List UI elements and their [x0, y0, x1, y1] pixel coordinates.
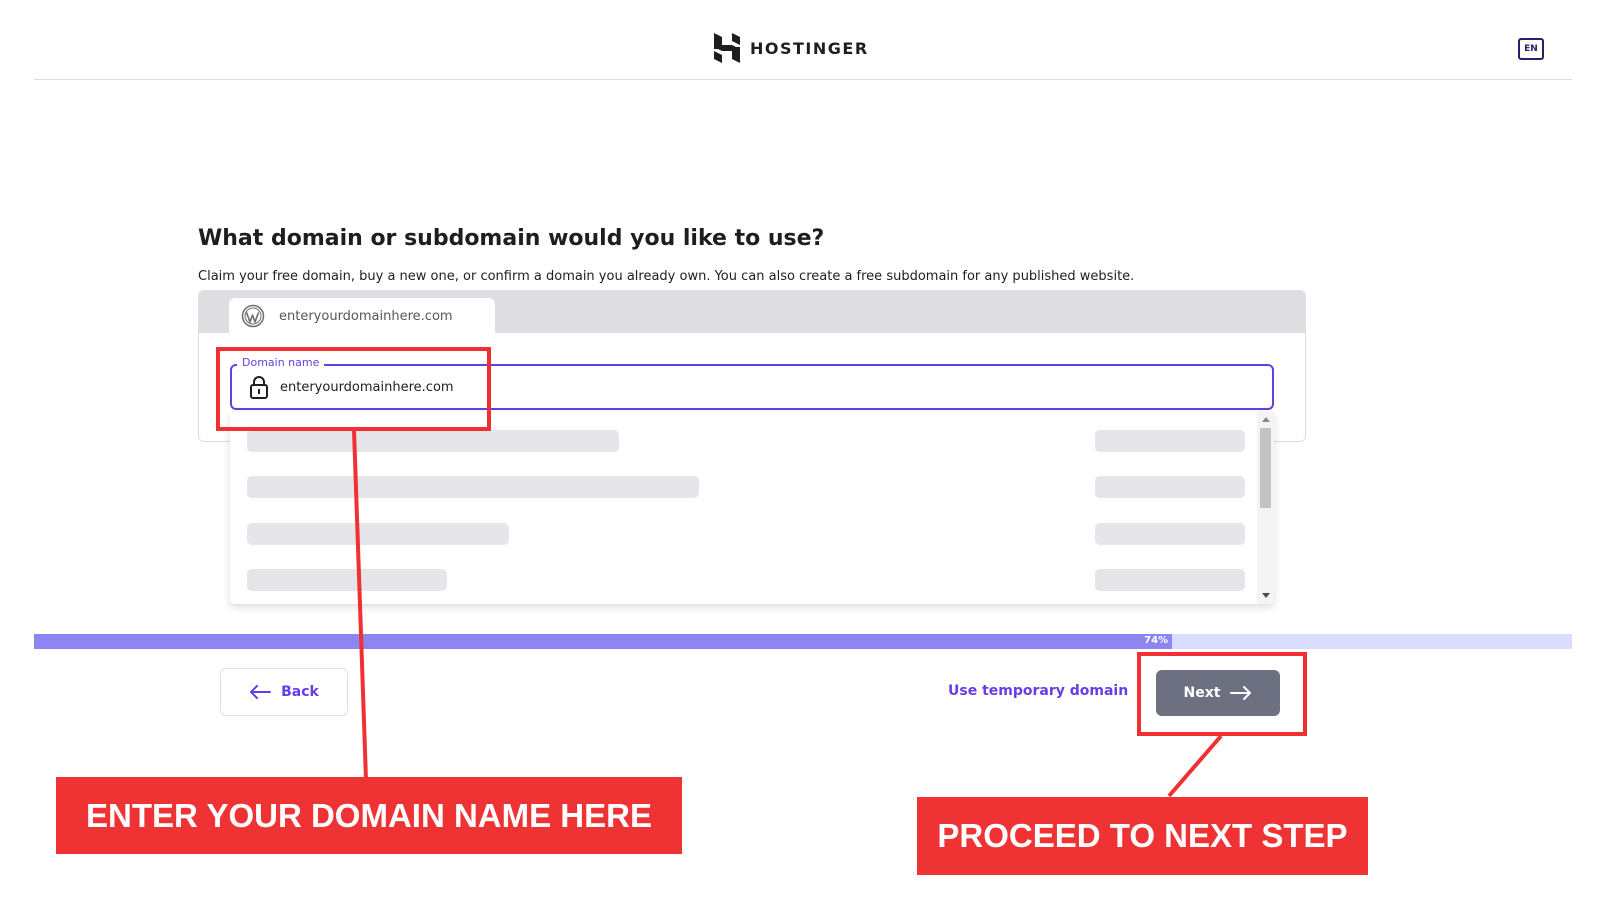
domain-callout-connector — [352, 430, 368, 780]
brand-name: HOSTINGER — [750, 38, 869, 58]
scroll-up-icon[interactable] — [1262, 417, 1270, 422]
progress-fill — [34, 634, 1173, 649]
dropdown-scrollbar[interactable] — [1257, 412, 1274, 604]
wordpress-icon — [241, 304, 265, 328]
next-callout-banner: PROCEED TO NEXT STEP — [917, 797, 1368, 875]
price-skeleton — [1095, 430, 1245, 452]
arrow-left-icon — [250, 685, 272, 699]
next-button-highlight — [1137, 652, 1307, 736]
back-button-label: Back — [281, 684, 319, 700]
suggestion-skeleton — [247, 569, 447, 591]
hostinger-logo-icon — [714, 33, 740, 63]
domain-suggestions-dropdown[interactable] — [230, 412, 1274, 604]
language-selector[interactable]: EN — [1518, 38, 1544, 60]
domain-callout-banner: ENTER YOUR DOMAIN NAME HERE — [56, 777, 682, 854]
page-title: What domain or subdomain would you like … — [198, 226, 825, 251]
onboarding-progress-bar: 74% — [34, 634, 1572, 649]
brand-logo[interactable]: HOSTINGER — [714, 33, 869, 63]
suggestion-skeleton — [247, 430, 619, 452]
site-tab[interactable]: enteryourdomainhere.com — [229, 298, 495, 334]
scrollbar-thumb[interactable] — [1260, 428, 1271, 508]
price-skeleton — [1095, 476, 1245, 498]
site-tab-label: enteryourdomainhere.com — [279, 308, 453, 324]
next-callout-connector — [1167, 734, 1223, 798]
suggestion-skeleton — [247, 523, 509, 545]
scroll-down-icon[interactable] — [1262, 593, 1270, 598]
page-subtitle: Claim your free domain, buy a new one, o… — [198, 269, 1135, 284]
price-skeleton — [1095, 569, 1245, 591]
use-temporary-domain-link[interactable]: Use temporary domain — [948, 683, 1128, 699]
top-header: HOSTINGER EN — [34, 0, 1572, 80]
price-skeleton — [1095, 523, 1245, 545]
progress-percent: 74% — [1144, 635, 1169, 646]
suggestion-skeleton — [247, 476, 699, 498]
back-button[interactable]: Back — [220, 668, 348, 716]
domain-field-highlight — [216, 347, 491, 431]
